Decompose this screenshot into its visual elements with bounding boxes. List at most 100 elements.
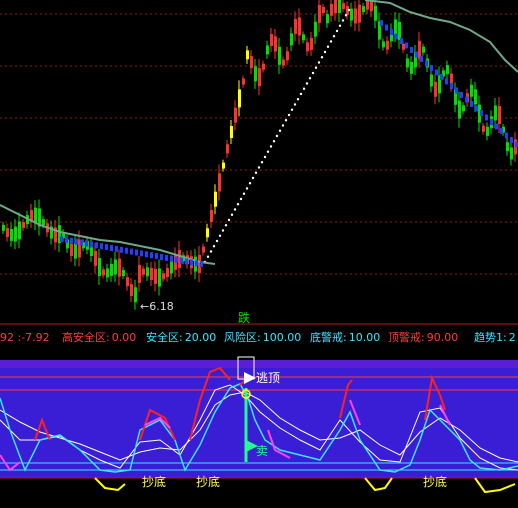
candle bbox=[310, 37, 313, 50]
candle bbox=[366, 0, 369, 10]
candle bbox=[122, 270, 125, 277]
trend-dot bbox=[314, 66, 318, 69]
bottom-signal-2: 抄底 bbox=[196, 474, 220, 489]
candle bbox=[458, 100, 461, 119]
candle bbox=[282, 59, 285, 66]
candle bbox=[166, 268, 169, 278]
yellow-bottom-line-1 bbox=[94, 477, 126, 492]
candle bbox=[202, 246, 205, 253]
support-dot bbox=[475, 105, 478, 112]
bottom-signal-3: 抄底 bbox=[423, 474, 447, 489]
support-dot bbox=[500, 128, 503, 134]
indicator-item-risk: 风险区: 100.00 bbox=[224, 330, 301, 344]
candle bbox=[234, 107, 237, 123]
candle bbox=[14, 226, 17, 242]
support-dot bbox=[75, 238, 78, 245]
trend-dot bbox=[248, 182, 252, 185]
bottom-signal-label: 跌 bbox=[238, 310, 250, 325]
candle bbox=[210, 210, 213, 222]
candle bbox=[154, 268, 157, 284]
indicator-bar: 92 :-7.92 高安全区: 0.00 安全区: 20.00 风险区: 100.00… bbox=[0, 330, 516, 344]
trend-dot bbox=[236, 203, 240, 206]
candle bbox=[302, 34, 305, 41]
candle bbox=[298, 17, 301, 36]
trend-dot bbox=[323, 50, 327, 54]
min-price-label: ←6.18 bbox=[140, 300, 174, 313]
support-dot bbox=[160, 254, 163, 260]
candle bbox=[410, 61, 413, 74]
indicator-lead-value: 92 :-7.92 bbox=[0, 331, 50, 344]
candle bbox=[394, 19, 397, 35]
support-dot bbox=[60, 236, 63, 242]
support-dot bbox=[445, 78, 448, 85]
support-dot bbox=[450, 83, 453, 89]
candle bbox=[446, 65, 449, 75]
candle bbox=[218, 173, 221, 192]
candle bbox=[130, 284, 133, 297]
support-dot bbox=[110, 245, 113, 251]
support-dot bbox=[170, 255, 173, 262]
trend-dot bbox=[293, 103, 297, 106]
indicator-item-label: 风险区: bbox=[224, 330, 261, 344]
support-dot bbox=[440, 74, 443, 80]
candle bbox=[382, 41, 385, 48]
support-dot bbox=[485, 114, 488, 121]
sell-label: 卖 bbox=[256, 444, 268, 458]
candle bbox=[398, 21, 401, 40]
candle bbox=[138, 264, 141, 283]
upper-moving-average-line bbox=[364, 0, 518, 73]
candle bbox=[374, 5, 377, 21]
candle bbox=[342, 3, 345, 10]
support-dot bbox=[120, 246, 123, 253]
support-dot bbox=[460, 92, 463, 98]
candle bbox=[18, 221, 21, 240]
trend-dot bbox=[287, 113, 291, 117]
trend-dot bbox=[308, 77, 312, 80]
indicator-item-label: 顶警戒: bbox=[388, 330, 425, 344]
indicator-item-bottom-warn: 底警戒: 10.00 bbox=[310, 330, 380, 344]
candle bbox=[358, 4, 361, 23]
stock-chart[interactable]: ←6.18 跌 92 :-7.92 高安全区: 0.00 安全区: 20.00 风险… bbox=[0, 0, 518, 508]
support-dot bbox=[470, 101, 473, 107]
support-dot bbox=[95, 242, 98, 249]
trend-dot bbox=[326, 45, 330, 48]
candle bbox=[134, 287, 137, 303]
trend-dot bbox=[305, 82, 309, 85]
candle bbox=[278, 46, 281, 65]
trend-dot bbox=[227, 218, 231, 222]
trend-dot bbox=[347, 8, 351, 12]
candle bbox=[350, 8, 353, 21]
indicator-item-label: 高安全区: bbox=[62, 330, 110, 344]
support-dot bbox=[190, 259, 193, 266]
escape-top-label: 逃顶 bbox=[256, 371, 280, 385]
candle bbox=[98, 258, 101, 277]
candle bbox=[422, 46, 425, 53]
indicator-item-safe: 安全区: 20.00 bbox=[146, 330, 216, 344]
candle bbox=[226, 144, 229, 154]
trend-dot bbox=[224, 224, 228, 227]
candle bbox=[274, 36, 277, 52]
trend-dot bbox=[320, 56, 324, 59]
candle bbox=[230, 126, 233, 138]
indicator-item-value: 0.00 bbox=[112, 331, 137, 344]
support-dot bbox=[130, 248, 133, 255]
trend-dot bbox=[341, 19, 345, 22]
candle bbox=[430, 74, 433, 87]
support-dot bbox=[410, 47, 413, 53]
candle bbox=[150, 267, 153, 280]
candle bbox=[498, 106, 501, 125]
candle bbox=[238, 89, 241, 108]
sub-chart-panel: 逃顶 卖 抄底 抄底 抄底 bbox=[0, 356, 518, 494]
candle bbox=[318, 4, 321, 23]
candle bbox=[286, 51, 289, 61]
candle bbox=[406, 58, 409, 68]
support-dot bbox=[150, 252, 153, 259]
support-dot bbox=[140, 250, 143, 257]
candlestick-series bbox=[2, 0, 517, 310]
support-dot bbox=[420, 56, 423, 62]
trend-dot bbox=[311, 71, 315, 75]
support-dot bbox=[65, 236, 68, 243]
candle bbox=[294, 18, 297, 34]
candle bbox=[314, 21, 317, 37]
support-dot bbox=[415, 51, 418, 58]
